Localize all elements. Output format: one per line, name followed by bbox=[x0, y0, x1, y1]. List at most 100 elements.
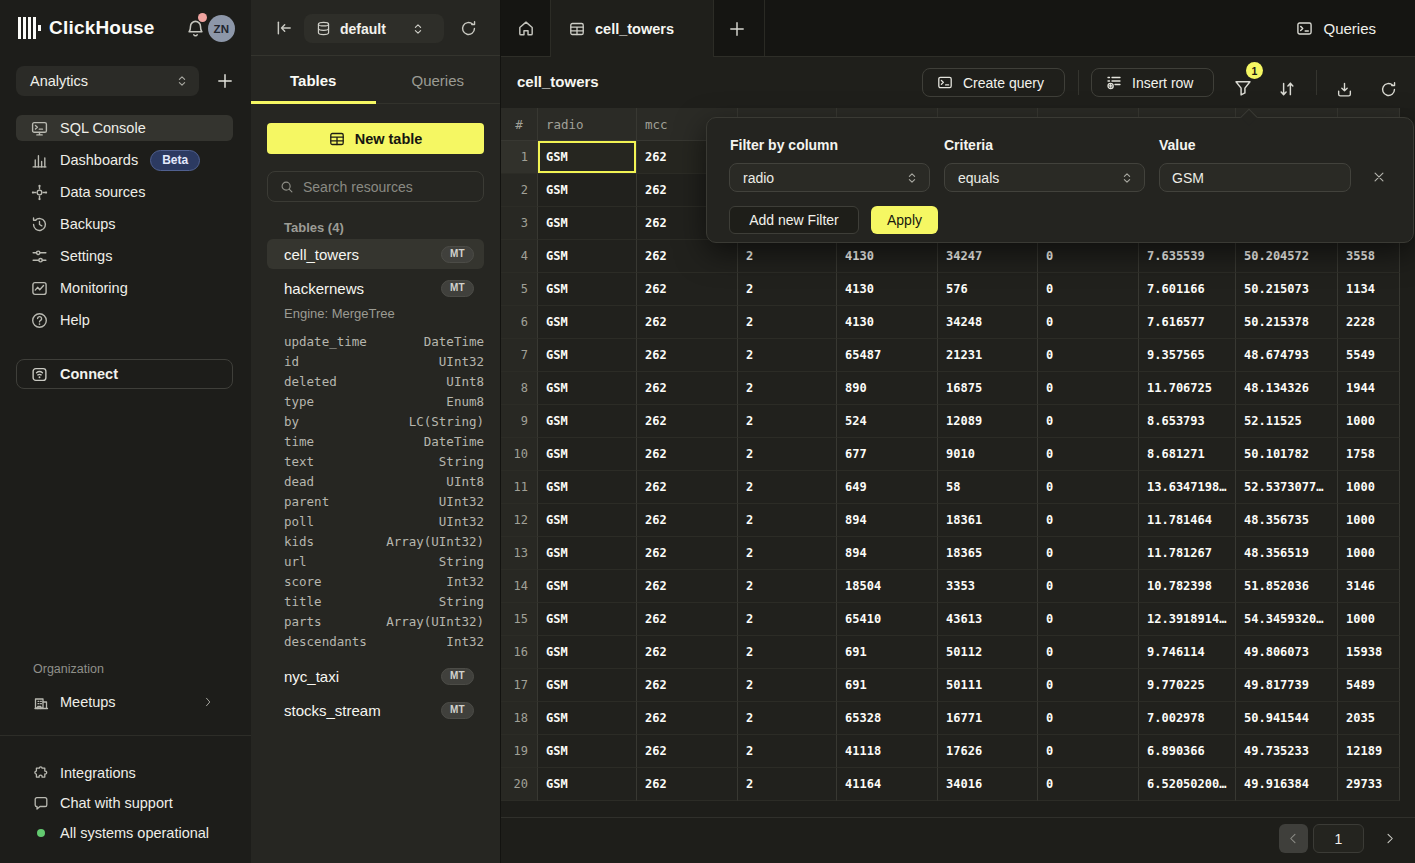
filter-column-select[interactable]: radio bbox=[729, 163, 930, 192]
grid-cell[interactable]: 0 bbox=[1038, 273, 1139, 306]
refresh-table-button[interactable] bbox=[1378, 79, 1398, 99]
sidebar-item-data-sources[interactable]: Data sources bbox=[16, 179, 233, 205]
grid-cell[interactable]: 262 bbox=[637, 570, 738, 603]
table-list-item-hackernews[interactable]: hackernewsMT bbox=[267, 273, 484, 303]
add-workspace-button[interactable] bbox=[214, 70, 236, 92]
grid-cell[interactable]: 5549 bbox=[1338, 339, 1400, 372]
grid-cell[interactable]: GSM bbox=[538, 438, 637, 471]
grid-cell[interactable]: 262 bbox=[637, 471, 738, 504]
grid-cell[interactable]: 262 bbox=[637, 768, 738, 801]
grid-cell[interactable]: 11.781464 bbox=[1139, 504, 1236, 537]
grid-cell[interactable]: 5489 bbox=[1338, 669, 1400, 702]
grid-cell[interactable]: 2035 bbox=[1338, 702, 1400, 735]
grid-cell[interactable]: 48.674793 bbox=[1236, 339, 1338, 372]
grid-cell[interactable]: 262 bbox=[637, 735, 738, 768]
sidebar-item-meetups[interactable]: Meetups bbox=[16, 688, 233, 716]
grid-cell[interactable]: 8.681271 bbox=[1139, 438, 1236, 471]
grid-cell[interactable]: 890 bbox=[837, 372, 938, 405]
grid-cell[interactable]: 2 bbox=[738, 438, 837, 471]
grid-cell[interactable]: 0 bbox=[1038, 636, 1139, 669]
grid-cell[interactable]: 1134 bbox=[1338, 273, 1400, 306]
previous-page-button[interactable] bbox=[1279, 824, 1308, 853]
grid-cell[interactable]: 262 bbox=[637, 372, 738, 405]
grid-cell[interactable]: 13.6347198… bbox=[1139, 471, 1236, 504]
grid-cell[interactable]: 0 bbox=[1038, 570, 1139, 603]
grid-cell[interactable]: 65487 bbox=[837, 339, 938, 372]
grid-cell[interactable]: 2 bbox=[738, 768, 837, 801]
grid-cell[interactable]: 58 bbox=[938, 471, 1038, 504]
sidebar-item-settings[interactable]: Settings bbox=[16, 243, 233, 269]
grid-cell[interactable]: 262 bbox=[637, 504, 738, 537]
grid-cell[interactable]: 12.3918914… bbox=[1139, 603, 1236, 636]
grid-cell[interactable]: 49.817739 bbox=[1236, 669, 1338, 702]
sidebar-item-integrations[interactable]: Integrations bbox=[16, 758, 233, 788]
grid-cell[interactable]: 1000 bbox=[1338, 405, 1400, 438]
grid-cell[interactable]: GSM bbox=[538, 273, 637, 306]
grid-cell[interactable]: 7.616577 bbox=[1139, 306, 1236, 339]
grid-cell[interactable]: 52.11525 bbox=[1236, 405, 1338, 438]
grid-cell[interactable]: 49.735233 bbox=[1236, 735, 1338, 768]
grid-cell[interactable]: 0 bbox=[1038, 372, 1139, 405]
grid-cell[interactable]: 0 bbox=[1038, 669, 1139, 702]
grid-cell[interactable]: 2 bbox=[738, 504, 837, 537]
grid-cell[interactable]: GSM bbox=[538, 570, 637, 603]
grid-cell[interactable]: 7.601166 bbox=[1139, 273, 1236, 306]
grid-cell[interactable]: 48.356735 bbox=[1236, 504, 1338, 537]
grid-cell[interactable]: 1944 bbox=[1338, 372, 1400, 405]
grid-cell[interactable]: 894 bbox=[837, 537, 938, 570]
grid-cell[interactable]: 51.852036 bbox=[1236, 570, 1338, 603]
remove-filter-icon[interactable] bbox=[1370, 168, 1388, 186]
grid-cell[interactable]: GSM bbox=[538, 405, 637, 438]
grid-cell[interactable]: 6.890366 bbox=[1139, 735, 1236, 768]
grid-cell[interactable]: 50.204572 bbox=[1236, 240, 1338, 273]
grid-cell[interactable]: 2 bbox=[738, 405, 837, 438]
grid-cell[interactable]: 0 bbox=[1038, 768, 1139, 801]
add-new-filter-button[interactable]: Add new Filter bbox=[729, 206, 859, 234]
queries-button[interactable]: Queries bbox=[1295, 14, 1376, 42]
grid-cell[interactable]: 2 bbox=[738, 372, 837, 405]
grid-cell[interactable]: 50.941544 bbox=[1236, 702, 1338, 735]
grid-cell[interactable]: 262 bbox=[637, 405, 738, 438]
grid-cell[interactable]: GSM bbox=[538, 702, 637, 735]
next-page-button[interactable] bbox=[1374, 824, 1404, 853]
new-table-button[interactable]: New table bbox=[267, 123, 484, 154]
grid-cell[interactable]: GSM bbox=[538, 537, 637, 570]
sidebar-item-chat-with-support[interactable]: Chat with support bbox=[16, 788, 233, 818]
grid-cell[interactable]: 9.746114 bbox=[1139, 636, 1236, 669]
grid-cell[interactable]: 262 bbox=[637, 438, 738, 471]
grid-cell[interactable]: 0 bbox=[1038, 735, 1139, 768]
download-button[interactable] bbox=[1334, 79, 1354, 99]
grid-cell[interactable]: 262 bbox=[637, 636, 738, 669]
grid-cell[interactable]: 48.134326 bbox=[1236, 372, 1338, 405]
grid-cell[interactable]: 0 bbox=[1038, 603, 1139, 636]
grid-cell[interactable]: 0 bbox=[1038, 537, 1139, 570]
grid-cell[interactable]: 41118 bbox=[837, 735, 938, 768]
grid-cell[interactable]: 65328 bbox=[837, 702, 938, 735]
sidebar-item-monitoring[interactable]: Monitoring bbox=[16, 275, 233, 301]
grid-cell[interactable]: GSM bbox=[538, 339, 637, 372]
grid-cell[interactable]: 3558 bbox=[1338, 240, 1400, 273]
grid-cell[interactable]: 894 bbox=[837, 504, 938, 537]
grid-cell[interactable]: 691 bbox=[837, 669, 938, 702]
collapse-panel-icon[interactable] bbox=[275, 19, 293, 37]
grid-cell[interactable]: 4130 bbox=[837, 306, 938, 339]
grid-cell[interactable]: 262 bbox=[637, 537, 738, 570]
grid-cell[interactable]: 50111 bbox=[938, 669, 1038, 702]
grid-cell[interactable]: 2 bbox=[738, 273, 837, 306]
filter-value-input[interactable] bbox=[1159, 163, 1351, 192]
grid-cell[interactable]: 9.357565 bbox=[1139, 339, 1236, 372]
grid-cell[interactable]: GSM bbox=[538, 372, 637, 405]
grid-cell[interactable]: 262 bbox=[637, 669, 738, 702]
table-list-item-cell_towers[interactable]: cell_towersMT bbox=[267, 239, 484, 269]
grid-cell[interactable]: 2 bbox=[738, 537, 837, 570]
grid-cell[interactable]: 41164 bbox=[837, 768, 938, 801]
grid-cell[interactable]: 2 bbox=[738, 735, 837, 768]
grid-cell[interactable]: 2 bbox=[738, 603, 837, 636]
grid-cell[interactable]: 6.52050200… bbox=[1139, 768, 1236, 801]
grid-cell[interactable]: 1758 bbox=[1338, 438, 1400, 471]
create-query-button[interactable]: Create query bbox=[922, 68, 1065, 97]
new-tab-button[interactable] bbox=[725, 17, 749, 41]
grid-cell[interactable]: 18504 bbox=[837, 570, 938, 603]
grid-cell[interactable]: 2 bbox=[738, 702, 837, 735]
grid-cell[interactable]: 12189 bbox=[1338, 735, 1400, 768]
